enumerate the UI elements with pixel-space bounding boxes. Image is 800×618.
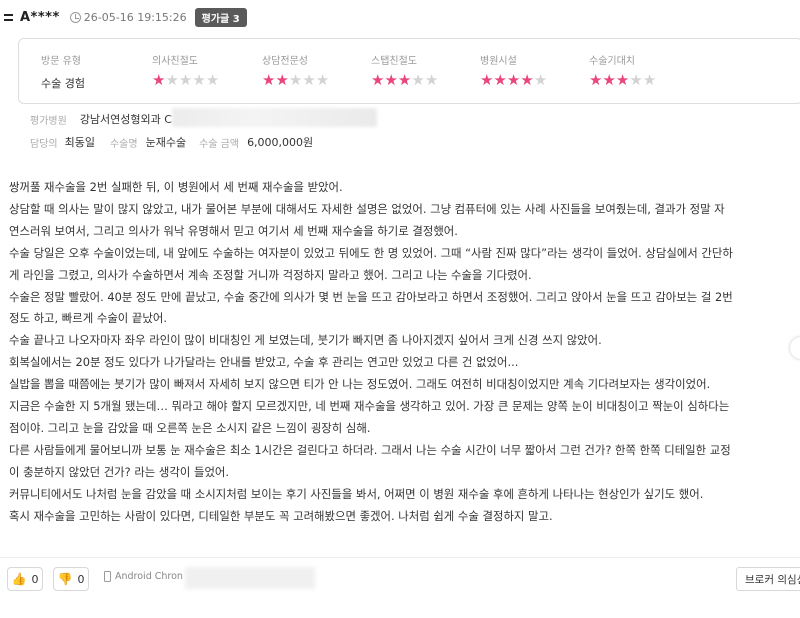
star-filled-icon: ★ xyxy=(589,71,603,89)
rating-label: 스탭친절도 xyxy=(371,56,417,67)
visit-type: 방문 유형 수술 경험 xyxy=(41,52,85,91)
like-button[interactable]: 👍 0 xyxy=(7,567,43,591)
star-empty-icon: ★ xyxy=(302,71,316,89)
review-line: 게 라인을 그렸고, 의사가 수술하면서 계속 조정할 거니까 걱정하지 말라고… xyxy=(9,267,532,282)
redacted-block xyxy=(185,567,315,589)
star-rating: ★★★★★ xyxy=(371,72,438,88)
star-filled-icon: ★ xyxy=(493,71,507,89)
star-filled-icon: ★ xyxy=(152,71,166,89)
star-empty-icon: ★ xyxy=(178,71,193,89)
star-rating: ★★★★★ xyxy=(262,72,329,88)
thumbs-down-icon: 👎 xyxy=(57,572,73,586)
rating-card: 방문 유형 수술 경험 의사친절도 ★★★★★ 상담전문성 ★★★★★ 스탭친절… xyxy=(18,38,800,104)
surgery-label: 수술명 xyxy=(109,138,138,150)
rating-facility: 병원시설 ★★★★★ xyxy=(480,52,547,88)
star-filled-icon: ★ xyxy=(371,71,385,89)
rating-doctor-kindness: 의사친절도 ★★★★★ xyxy=(152,52,219,88)
price-label: 수술 금액 xyxy=(199,138,240,150)
price-value: 6,000,000원 xyxy=(247,136,314,149)
clock-icon xyxy=(69,11,81,23)
review-line: 정도 하고, 빠르게 수술이 끝났어. xyxy=(9,311,167,326)
rating-label: 수술기대치 xyxy=(589,56,635,67)
review-line: 실밥을 뽑을 때쯤에는 붓기가 많이 빠져서 자세히 보지 않으면 티가 안 나… xyxy=(9,377,711,392)
review-line: 수술 당일은 오후 수술이었는데, 내 앞에도 수술하는 여자분이 있었고 뒤에… xyxy=(9,245,733,260)
like-count: 0 xyxy=(31,572,39,586)
redacted-block xyxy=(172,108,377,127)
review-footer: 👍 0 👎 0 Android Chron 브로커 의심신고 xyxy=(7,567,800,591)
star-empty-icon: ★ xyxy=(424,71,439,89)
review-line: 커뮤니티에서도 나처럼 눈을 감았을 때 소시지처럼 보이는 후기 사진들을 봐… xyxy=(9,486,704,501)
review-line: 수술은 정말 빨랐어. 40분 정도 만에 끝났고, 수술 중간에 의사가 몇 … xyxy=(9,289,733,304)
star-rating: ★★★★★ xyxy=(152,72,219,88)
surgery-info-row: 담당의 최동일 수술명 눈재수술 수술 금액 6,000,000원 xyxy=(30,134,313,150)
review-line: 점이야. 그리고 눈을 감았을 때 오른쪽 눈은 소시지 같은 느낌이 굉장히 … xyxy=(9,420,371,435)
hospital-label: 평가병원 xyxy=(30,115,67,127)
dislike-button[interactable]: 👎 0 xyxy=(53,567,89,591)
review-line: 혹시 재수술을 고민하는 사람이 있다면, 디테일한 부분도 꼭 고려해봤으면 … xyxy=(9,508,553,523)
reviewer-name: A**** xyxy=(20,9,60,25)
star-filled-icon: ★ xyxy=(275,71,289,89)
phone-icon xyxy=(104,571,111,582)
star-filled-icon: ★ xyxy=(506,71,521,89)
hospital-row: 평가병원 강남서연성형외과 C xyxy=(30,111,172,127)
rating-staff-kindness: 스탭친절도 ★★★★★ xyxy=(371,52,438,88)
star-filled-icon: ★ xyxy=(397,71,412,89)
review-line: 상담할 때 의사는 말이 많지 않았고, 내가 물어본 부분에 대해서도 자세한… xyxy=(9,201,725,216)
star-empty-icon: ★ xyxy=(192,71,206,89)
review-body: 쌍꺼풀 재수술을 2번 실패한 뒤, 이 병원에서 세 번째 재수술을 받았어.… xyxy=(9,177,789,528)
star-empty-icon: ★ xyxy=(205,71,220,89)
star-rating: ★★★★★ xyxy=(480,72,547,88)
surgery-name: 눈재수술 xyxy=(145,136,187,149)
star-filled-icon: ★ xyxy=(520,71,534,89)
review-line: 다른 사람들에게 물어보니까 보통 눈 재수술은 최소 1시간은 걸린다고 하더… xyxy=(9,442,731,457)
visit-type-label: 방문 유형 xyxy=(41,56,81,67)
review-line: 쌍꺼풀 재수술을 2번 실패한 뒤, 이 병원에서 세 번째 재수술을 받았어. xyxy=(9,180,343,194)
rating-surgery-expectation: 수술기대치 ★★★★★ xyxy=(589,52,656,88)
doctor-label: 담당의 xyxy=(30,138,58,150)
dislike-count: 0 xyxy=(77,572,85,586)
hospital-name[interactable]: 강남서연성형외과 C xyxy=(80,111,172,127)
star-empty-icon: ★ xyxy=(165,71,179,89)
menu-icon[interactable] xyxy=(4,13,16,21)
review-line: 연스러워 보여서, 그리고 의사가 워낙 유명해서 믿고 여기서 세 번째 재수… xyxy=(9,223,458,238)
star-empty-icon: ★ xyxy=(629,71,643,89)
star-empty-icon: ★ xyxy=(533,71,548,89)
footer-divider xyxy=(0,557,800,558)
rating-consult-expertise: 상담전문성 ★★★★★ xyxy=(262,52,329,88)
rating-label: 상담전문성 xyxy=(262,56,308,67)
star-empty-icon: ★ xyxy=(642,71,657,89)
device-name: Android Chron xyxy=(115,571,183,582)
visit-type-value: 수술 경험 xyxy=(41,77,85,90)
star-empty-icon: ★ xyxy=(411,71,425,89)
star-filled-icon: ★ xyxy=(480,71,494,89)
star-empty-icon: ★ xyxy=(288,71,303,89)
review-line: 이 충분하지 않았던 건가? 라는 생각이 들었어. xyxy=(9,464,230,479)
carousel-next-button[interactable] xyxy=(790,337,800,359)
review-header: A**** 26-05-16 19:15:26 평가글 3 xyxy=(0,6,800,28)
star-rating: ★★★★★ xyxy=(589,72,656,88)
review-line: 수술 끝나고 나오자마자 좌우 라인이 많이 비대칭인 게 보였는데, 붓기가 … xyxy=(9,333,602,348)
doctor-name[interactable]: 최동일 xyxy=(65,134,95,150)
star-filled-icon: ★ xyxy=(384,71,398,89)
thumbs-up-icon: 👍 xyxy=(11,572,27,586)
review-timestamp: 26-05-16 19:15:26 xyxy=(83,10,187,24)
star-empty-icon: ★ xyxy=(315,71,330,89)
review-line: 지금은 수술한 지 5개월 됐는데… 뭐라고 해야 할지 모르겠지만, 네 번째… xyxy=(9,399,730,414)
report-broker-button[interactable]: 브로커 의심신고 xyxy=(736,567,800,591)
rating-label: 의사친절도 xyxy=(152,56,198,67)
star-filled-icon: ★ xyxy=(615,71,630,89)
device-info: Android Chron xyxy=(104,571,183,582)
star-filled-icon: ★ xyxy=(602,71,616,89)
review-line: 회복실에서는 20분 정도 있다가 나가달라는 안내를 받았고, 수술 후 관리… xyxy=(9,355,519,370)
rating-count-badge: 평가글 3 xyxy=(194,7,247,27)
rating-label: 병원시설 xyxy=(480,56,517,67)
star-filled-icon: ★ xyxy=(262,71,276,89)
